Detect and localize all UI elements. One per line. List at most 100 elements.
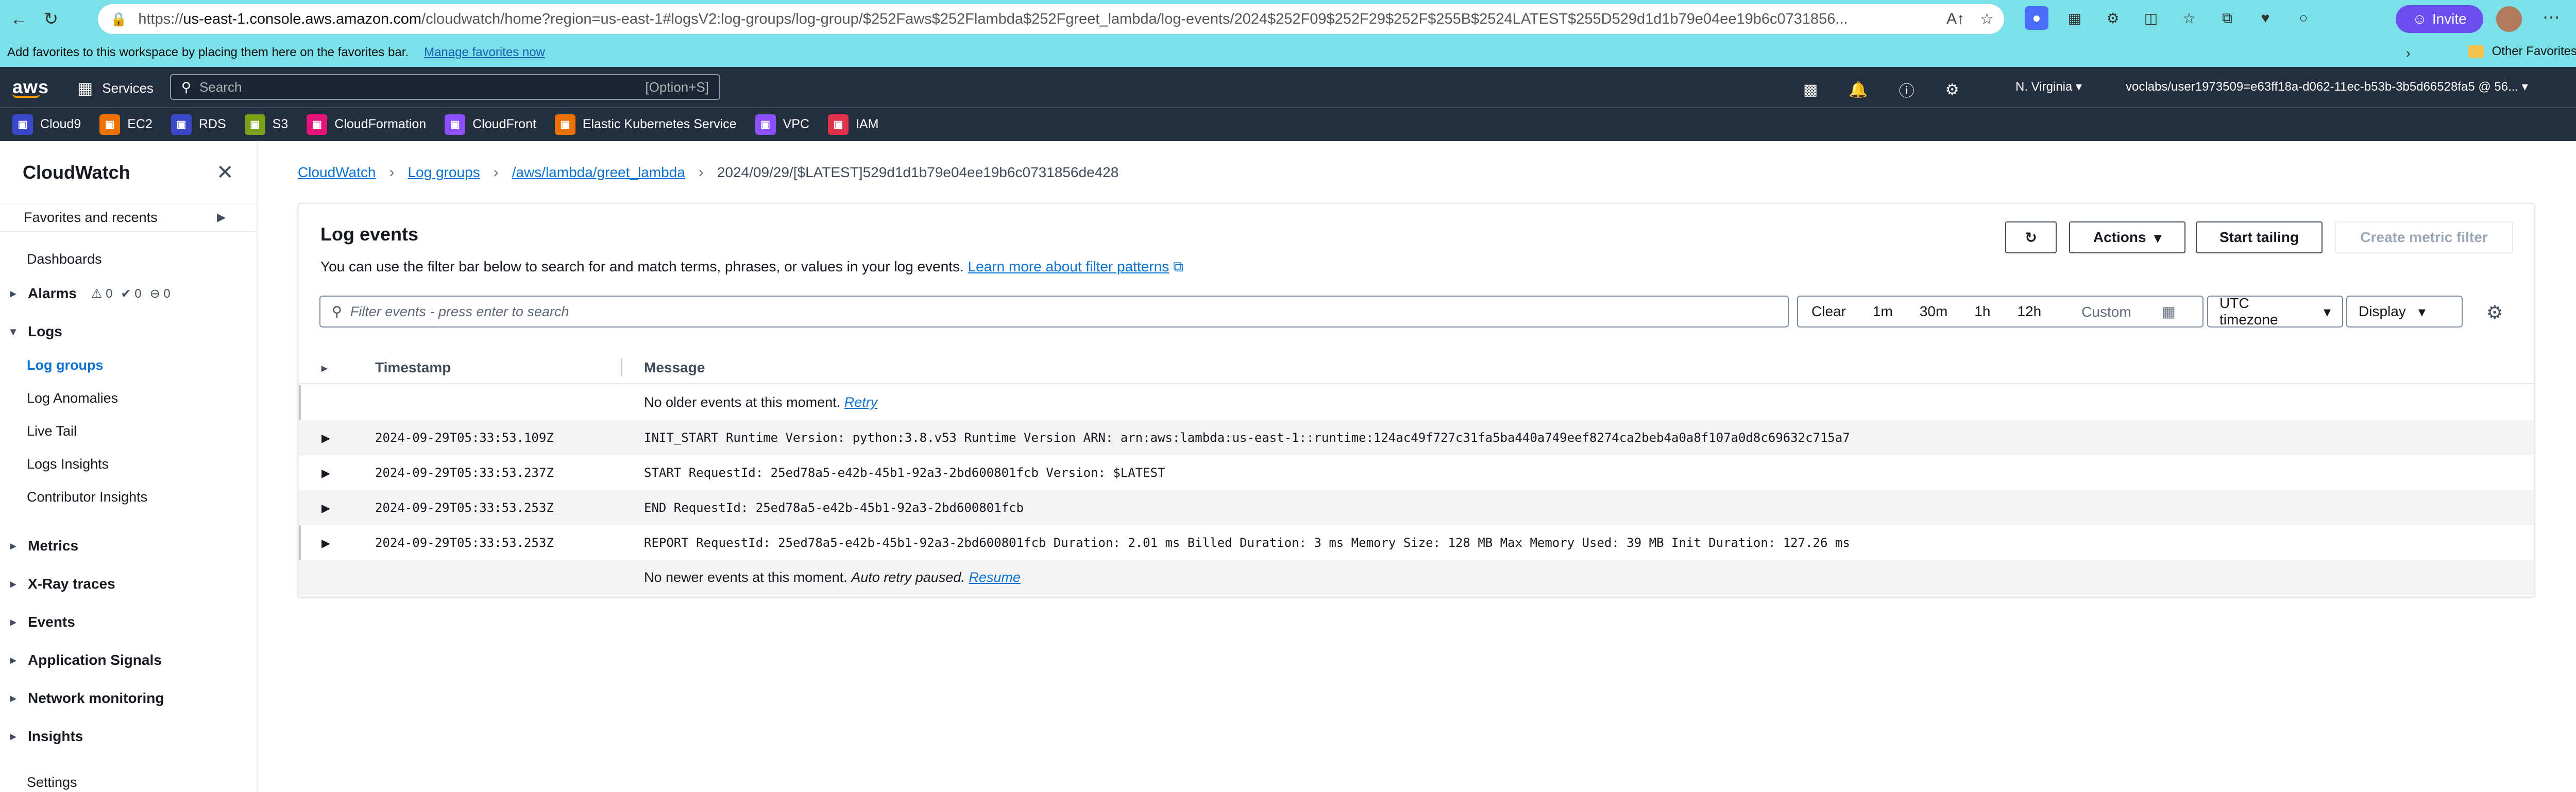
- breadcrumb-log-stream: 2024/09/29/[$LATEST]529d1d1b79e04ee19b6c…: [717, 164, 1119, 180]
- sidebar-item-dashboards[interactable]: Dashboards: [27, 251, 102, 267]
- range-1h[interactable]: 1h: [1961, 303, 2004, 320]
- expand-all-icon[interactable]: ▸: [321, 361, 327, 375]
- service-shortcut-label: Cloud9: [40, 117, 81, 131]
- invite-button[interactable]: ☺ Invite: [2396, 5, 2483, 33]
- search-input[interactable]: ⚲ Search [Option+S]: [170, 74, 720, 100]
- favorites-icon[interactable]: ☆: [2177, 6, 2201, 30]
- manage-favorites-link[interactable]: Manage favorites now: [424, 45, 545, 60]
- chevron-right-icon[interactable]: ›: [2406, 45, 2411, 61]
- row-timestamp: 2024-09-29T05:33:53.253Z: [375, 501, 554, 515]
- service-shortcut[interactable]: ▣ Cloud9: [12, 114, 81, 135]
- browser-toolbar: ← ↻ 🔒 https://us-east-1.console.aws.amaz…: [0, 0, 2576, 38]
- services-button[interactable]: ▦ Services: [77, 78, 154, 98]
- filter-events-input[interactable]: ⚲ Filter events - press enter to search: [319, 296, 1789, 328]
- timezone-select[interactable]: UTC timezone ▾: [2207, 295, 2343, 328]
- heart-icon[interactable]: ♥: [2253, 6, 2277, 30]
- split-screen-icon[interactable]: ◫: [2139, 6, 2163, 30]
- table-row[interactable]: ▶ 2024-09-29T05:33:53.109Z INIT_START Runt…: [299, 420, 2534, 455]
- account-menu[interactable]: voclabs/user1973509=e63ff18a-d062-11ec-b…: [2126, 79, 2528, 94]
- caret-right-icon: ▸: [10, 615, 16, 628]
- gear-icon[interactable]: ⚙: [2486, 302, 2503, 323]
- service-shortcut[interactable]: ▣ RDS: [171, 114, 226, 135]
- favorite-star-icon[interactable]: ☆: [1980, 10, 1994, 28]
- refresh-button[interactable]: ↻: [2005, 221, 2057, 253]
- region-selector[interactable]: N. Virginia ▾: [2015, 79, 2082, 94]
- sidebar-item-insights[interactable]: ▸ Insights: [10, 728, 83, 745]
- table-row[interactable]: ▶ 2024-09-29T05:33:53.253Z REPORT RequestI…: [299, 525, 2534, 560]
- table-row[interactable]: ▶ 2024-09-29T05:33:53.237Z START RequestId…: [299, 455, 2534, 490]
- breadcrumb-cloudwatch[interactable]: CloudWatch: [298, 164, 376, 181]
- breadcrumb-log-groups[interactable]: Log groups: [408, 164, 480, 181]
- sidebar-item-metrics[interactable]: ▸ Metrics: [10, 538, 78, 554]
- breadcrumb-log-group[interactable]: /aws/lambda/greet_lambda: [512, 164, 685, 181]
- chevron-right-icon: ›: [389, 164, 395, 181]
- column-message[interactable]: Message: [644, 359, 705, 376]
- sidebar-item-settings[interactable]: Settings: [27, 774, 77, 790]
- extension-icon[interactable]: ▦: [2063, 6, 2087, 30]
- sidebar-item-logs[interactable]: ▾ Logs: [10, 323, 62, 340]
- cloudwatch-sidebar: CloudWatch ✕ Favorites and recents ▶ Das…: [0, 141, 258, 792]
- expand-row-icon[interactable]: ▶: [321, 502, 330, 515]
- gear-icon[interactable]: ⚙: [1945, 81, 1959, 99]
- sidebar-item-log-anomalies[interactable]: Log Anomalies: [27, 390, 118, 406]
- feedback-icon[interactable]: ○: [2292, 6, 2315, 30]
- collections-icon[interactable]: ⧉: [2215, 6, 2239, 30]
- alarm-insufficient-icon: ⊖ 0: [149, 286, 171, 301]
- notifications-icon[interactable]: 🔔: [1849, 81, 1868, 99]
- clear-button[interactable]: Clear: [1798, 303, 1859, 320]
- sidebar-item-xray-traces[interactable]: ▸ X-Ray traces: [10, 576, 115, 592]
- extensions-icon[interactable]: ⚙: [2101, 6, 2125, 30]
- cloudshell-icon[interactable]: ▩: [1803, 81, 1818, 99]
- display-select[interactable]: Display ▾: [2346, 296, 2463, 328]
- range-12h[interactable]: 12h: [2004, 303, 2055, 320]
- sidebar-item-alarms[interactable]: ▸ Alarms ⚠ 0 ✔ 0 ⊖ 0: [10, 285, 171, 302]
- actions-button[interactable]: Actions ▾: [2069, 221, 2185, 253]
- start-tailing-button[interactable]: Start tailing: [2196, 221, 2323, 253]
- sidebar-item-network-monitoring[interactable]: ▸ Network monitoring: [10, 690, 164, 707]
- avatar[interactable]: [2496, 6, 2522, 32]
- close-icon[interactable]: ✕: [216, 161, 234, 184]
- service-shortcut[interactable]: ▣ Elastic Kubernetes Service: [554, 114, 737, 135]
- expand-row-icon[interactable]: ▶: [321, 537, 330, 550]
- help-icon[interactable]: ⓘ: [1899, 78, 1914, 101]
- sidebar-item-logs-insights[interactable]: Logs Insights: [27, 456, 109, 472]
- column-timestamp[interactable]: Timestamp: [375, 359, 451, 376]
- service-icon: ▣: [244, 114, 265, 135]
- sidebar-item-application-signals[interactable]: ▸ Application Signals: [10, 652, 162, 668]
- resume-link[interactable]: Resume: [969, 570, 1021, 585]
- service-shortcut[interactable]: ▣ CloudFormation: [307, 114, 426, 135]
- caret-down-icon: ▾: [2418, 303, 2426, 320]
- favorites-bar-hint: Add favorites to this workspace by placi…: [7, 45, 409, 59]
- learn-more-link[interactable]: Learn more about filter patterns: [968, 259, 1170, 274]
- sidebar-item-live-tail[interactable]: Live Tail: [27, 423, 77, 439]
- custom-range-button[interactable]: Custom ▦: [2055, 303, 2202, 320]
- favorites-and-recents[interactable]: Favorites and recents ▶: [0, 203, 257, 232]
- other-favorites[interactable]: Other Favorites: [2468, 44, 2576, 59]
- service-shortcut[interactable]: ▣ CloudFront: [445, 114, 536, 135]
- back-icon[interactable]: ←: [6, 6, 32, 32]
- service-shortcut[interactable]: ▣ S3: [244, 114, 288, 135]
- sidebar-item-log-groups[interactable]: Log groups: [27, 357, 103, 373]
- expand-row-icon[interactable]: ▶: [321, 467, 330, 480]
- service-shortcut[interactable]: ▣ IAM: [827, 114, 878, 135]
- table-row[interactable]: ▶ 2024-09-29T05:33:53.253Z END RequestId: …: [299, 490, 2534, 525]
- aws-logo[interactable]: aws: [12, 76, 49, 98]
- column-divider[interactable]: [621, 358, 622, 377]
- address-bar[interactable]: 🔒 https://us-east-1.console.aws.amazon.c…: [98, 4, 2004, 34]
- more-options-icon[interactable]: ⋯: [2543, 7, 2560, 28]
- favorites-bar: Add favorites to this workspace by placi…: [0, 38, 2576, 67]
- sidebar-item-contributor-insights[interactable]: Contributor Insights: [27, 489, 147, 505]
- service-shortcut[interactable]: ▣ EC2: [99, 114, 152, 135]
- service-shortcut[interactable]: ▣ VPC: [755, 114, 809, 135]
- create-metric-filter-button[interactable]: Create metric filter: [2335, 221, 2513, 253]
- range-30m[interactable]: 30m: [1906, 303, 1961, 320]
- expand-row-icon[interactable]: ▶: [321, 432, 330, 445]
- sidebar-item-events[interactable]: ▸ Events: [10, 614, 75, 630]
- time-range-selector: Clear 1m 30m 1h 12h Custom ▦: [1797, 296, 2204, 328]
- retry-link[interactable]: Retry: [844, 394, 878, 410]
- range-1m[interactable]: 1m: [1859, 303, 1906, 320]
- read-aloud-icon[interactable]: A↑: [1946, 10, 1964, 28]
- no-older-events-row: No older events at this moment. Retry: [299, 385, 2534, 420]
- reload-icon[interactable]: ↻: [38, 6, 64, 32]
- extension-icon[interactable]: ●: [2025, 6, 2048, 30]
